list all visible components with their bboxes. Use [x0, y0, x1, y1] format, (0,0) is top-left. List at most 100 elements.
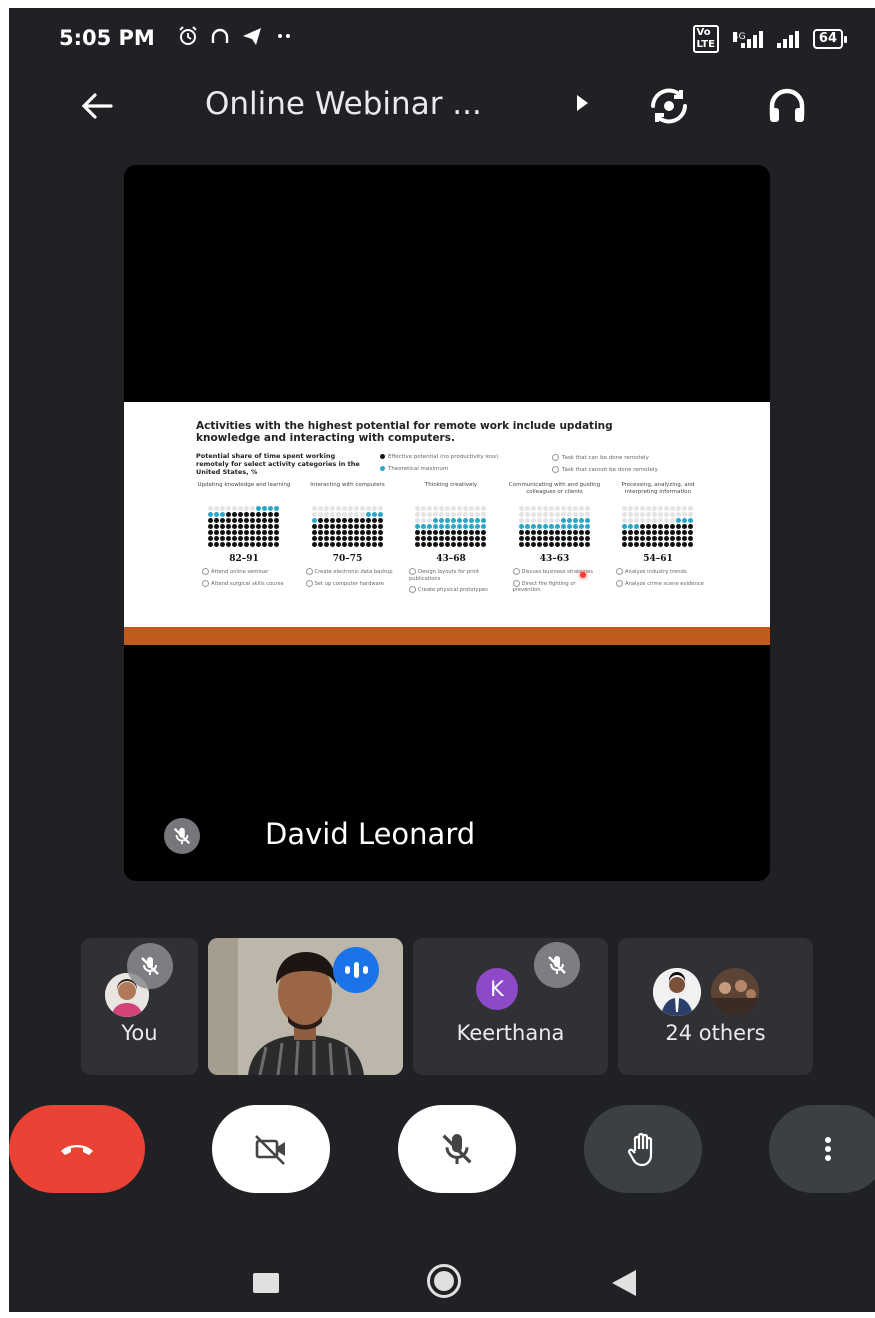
grid-dot	[469, 524, 474, 529]
grid-dot	[536, 536, 542, 541]
switch-camera-icon[interactable]	[645, 82, 693, 130]
grid-dot	[640, 530, 645, 535]
status-right-icons: Vo LTE 4G 64	[692, 25, 848, 53]
grid-dot	[634, 542, 639, 547]
grid-dot	[317, 506, 323, 511]
grid-dot	[554, 506, 560, 511]
grid-dot	[524, 506, 530, 511]
grid-dot	[226, 536, 231, 541]
grid-dot	[421, 542, 426, 547]
grid-dot	[572, 524, 578, 529]
grid-dot	[433, 542, 438, 547]
grid-dot	[415, 536, 420, 541]
grid-dot	[682, 506, 687, 511]
volte-icon: Vo LTE	[692, 25, 719, 53]
participant-tile-others[interactable]: 24 others	[618, 938, 813, 1075]
slide-column: Communicating with and guiding colleague…	[507, 482, 603, 612]
grid-dot	[329, 524, 335, 529]
back-icon[interactable]	[612, 1270, 636, 1296]
grid-dot	[347, 530, 353, 535]
raise-hand-button[interactable]	[584, 1105, 702, 1193]
grid-dot	[634, 536, 639, 541]
participant-tile-keerthana[interactable]: K Keerthana	[413, 938, 608, 1075]
avatar: K	[476, 968, 518, 1010]
phone-screen: 5:05 PM VoLTE 4G 64 Online Webinar ...	[9, 8, 875, 1312]
grid-dot	[622, 518, 627, 523]
presenter-tile[interactable]: Activities with the highest potential fo…	[124, 165, 770, 881]
grid-dot	[421, 518, 426, 523]
grid-dot	[554, 518, 560, 523]
participant-name: Keerthana	[456, 1021, 565, 1045]
grid-dot	[628, 512, 633, 517]
grid-dot	[536, 506, 542, 511]
grid-dot	[274, 542, 279, 547]
grid-dot	[214, 506, 219, 511]
grid-dot	[268, 518, 273, 523]
grid-dot	[238, 542, 243, 547]
grid-dot	[268, 542, 273, 547]
grid-dot	[688, 506, 693, 511]
grid-dot	[427, 518, 432, 523]
grid-dot	[226, 512, 231, 517]
grid-dot	[584, 506, 590, 511]
grid-dot	[262, 530, 267, 535]
grid-dot	[244, 530, 249, 535]
grid-dot	[463, 518, 468, 523]
grid-dot	[262, 536, 267, 541]
grid-dot	[451, 542, 456, 547]
grid-dot	[469, 506, 474, 511]
grid-dot	[542, 518, 548, 523]
grid-dot	[365, 518, 371, 523]
back-arrow-icon[interactable]	[75, 84, 119, 128]
grid-dot	[427, 512, 432, 517]
grid-dot	[208, 518, 213, 523]
home-icon[interactable]	[427, 1264, 461, 1298]
caret-right-icon[interactable]	[577, 95, 588, 111]
grid-dot	[220, 542, 225, 547]
grid-dot	[262, 524, 267, 529]
grid-dot	[347, 518, 353, 523]
avatar	[653, 968, 701, 1016]
navigation-bar	[9, 1248, 875, 1308]
column-header: Interacting with computers	[310, 482, 385, 488]
grid-dot	[445, 518, 450, 523]
grid-dot	[670, 512, 675, 517]
grid-dot	[463, 542, 468, 547]
grid-dot	[359, 536, 365, 541]
camera-toggle-button[interactable]	[212, 1105, 330, 1193]
grid-dot	[578, 530, 584, 535]
grid-dot	[268, 524, 273, 529]
grid-dot	[518, 518, 524, 523]
grid-dot	[469, 542, 474, 547]
mic-toggle-button[interactable]	[398, 1105, 516, 1193]
meeting-header: Online Webinar ...	[9, 76, 875, 136]
grid-dot	[451, 506, 456, 511]
grid-dot	[584, 536, 590, 541]
mic-off-icon	[442, 1134, 472, 1164]
participant-tile-video[interactable]	[208, 938, 403, 1075]
headphones-icon[interactable]	[763, 82, 811, 130]
column-example: Design layouts for print publications	[409, 568, 480, 582]
grid-dot	[646, 530, 651, 535]
grid-dot	[250, 536, 255, 541]
grid-dot	[566, 542, 572, 547]
meeting-title[interactable]: Online Webinar ...	[205, 86, 482, 122]
grid-dot	[572, 512, 578, 517]
grid-dot	[220, 536, 225, 541]
grid-dot	[451, 512, 456, 517]
grid-dot	[274, 530, 279, 535]
participant-tile-you[interactable]: You	[81, 938, 198, 1075]
end-call-button[interactable]	[9, 1105, 145, 1193]
grid-dot	[311, 512, 317, 517]
grid-dot	[548, 518, 554, 523]
grid-dot	[566, 518, 572, 523]
grid-dot	[238, 512, 243, 517]
grid-dot	[220, 512, 225, 517]
grid-dot	[377, 512, 383, 517]
grid-dot	[232, 506, 237, 511]
grid-dot	[347, 512, 353, 517]
more-options-button[interactable]	[769, 1105, 875, 1193]
recents-icon[interactable]	[253, 1273, 279, 1293]
grid-dot	[676, 536, 681, 541]
grid-dot	[451, 524, 456, 529]
